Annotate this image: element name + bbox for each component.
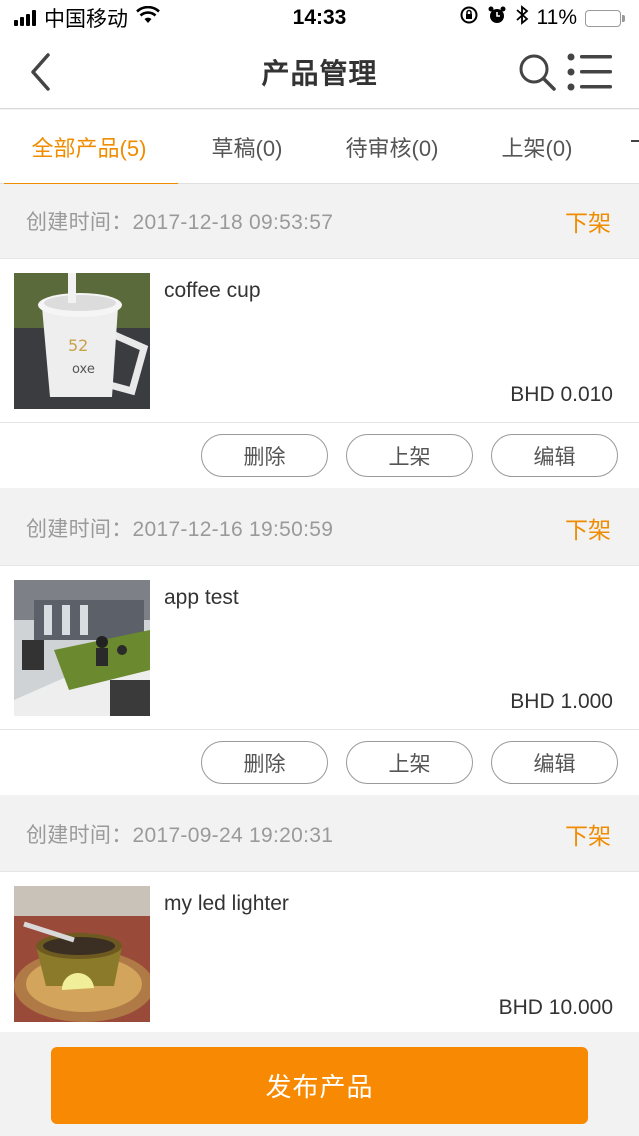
status-tabs: 全部产品(5) 草稿(0) 待审核(0) 上架(0) — [0, 110, 639, 185]
created-time: 创建时间：2017-09-24 19:20:31 — [26, 824, 334, 847]
product-card-header: 创建时间：2017-09-24 19:20:31 下架 — [0, 797, 639, 872]
product-card-body[interactable]: app test BHD 1.000 — [0, 566, 639, 730]
tab-on-shelf[interactable]: 上架(0) — [468, 110, 606, 184]
edit-button[interactable]: 编辑 — [491, 434, 618, 477]
delete-button[interactable]: 删除 — [201, 434, 328, 477]
carrier-label: 中国移动 — [44, 8, 128, 31]
tab-drafts[interactable]: 草稿(0) — [178, 110, 316, 184]
product-card-header: 创建时间：2017-12-18 09:53:57 下架 — [0, 184, 639, 259]
edit-button[interactable]: 编辑 — [491, 741, 618, 784]
battery-percent: 11% — [536, 6, 577, 29]
search-icon[interactable] — [516, 51, 558, 93]
product-card-body[interactable]: my led lighter BHD 10.000 — [0, 872, 639, 1036]
delete-button[interactable]: 删除 — [201, 741, 328, 784]
take-down-link[interactable]: 下架 — [565, 817, 611, 851]
wifi-icon — [136, 5, 160, 30]
product-price: BHD 10.000 — [498, 996, 613, 1019]
battery-icon — [585, 9, 625, 27]
product-price: BHD 0.010 — [510, 383, 613, 406]
take-down-link[interactable]: 下架 — [565, 511, 611, 545]
take-down-link[interactable]: 下架 — [565, 204, 611, 238]
tab-all-products[interactable]: 全部产品(5) — [0, 110, 178, 185]
product-name: my led lighter — [164, 892, 289, 915]
navigation-bar: 产品管理 — [0, 36, 639, 109]
tab-overflow-indicator — [631, 140, 639, 142]
publish-product-button[interactable]: 发布产品 — [51, 1047, 588, 1124]
product-card: 创建时间：2017-12-18 09:53:57 下架 52 oxe coffe… — [0, 184, 639, 488]
signal-icon — [14, 10, 36, 26]
product-name: coffee cup — [164, 279, 261, 302]
product-card: 创建时间：2017-12-16 19:50:59 下架 app test BHD… — [0, 491, 639, 795]
product-price: BHD 1.000 — [510, 690, 613, 713]
tab-pending-review[interactable]: 待审核(0) — [316, 110, 468, 184]
product-name: app test — [164, 586, 239, 609]
product-management-screen: 中国移动 14:33 11% 产品管理 全部产品(5) 草稿(0) 待审核(0)… — [0, 0, 639, 1136]
svg-text:52: 52 — [68, 336, 88, 355]
product-card-body[interactable]: 52 oxe coffee cup BHD 0.010 — [0, 259, 639, 423]
created-time: 创建时间：2017-12-18 09:53:57 — [26, 211, 334, 234]
bluetooth-icon — [515, 5, 529, 31]
rotation-lock-icon — [459, 5, 479, 31]
put-on-shelf-button[interactable]: 上架 — [346, 741, 473, 784]
product-card: 创建时间：2017-09-24 19:20:31 下架 my led light… — [0, 797, 639, 1036]
dessert-photo — [14, 886, 150, 1022]
created-time: 创建时间：2017-12-16 19:50:59 — [26, 518, 334, 541]
product-card-header: 创建时间：2017-12-16 19:50:59 下架 — [0, 491, 639, 566]
page-title: 产品管理 — [261, 58, 378, 89]
back-icon[interactable] — [20, 50, 60, 94]
product-actions: 删除 上架 编辑 — [0, 730, 639, 795]
svg-text:oxe: oxe — [72, 362, 95, 377]
office-photo — [14, 580, 150, 716]
alarm-icon — [487, 5, 507, 31]
menu-list-icon[interactable] — [566, 52, 614, 92]
coffee-cup-photo: 52 oxe — [14, 273, 150, 409]
product-actions: 删除 上架 编辑 — [0, 423, 639, 488]
status-bar: 中国移动 14:33 11% — [0, 0, 639, 36]
put-on-shelf-button[interactable]: 上架 — [346, 434, 473, 477]
